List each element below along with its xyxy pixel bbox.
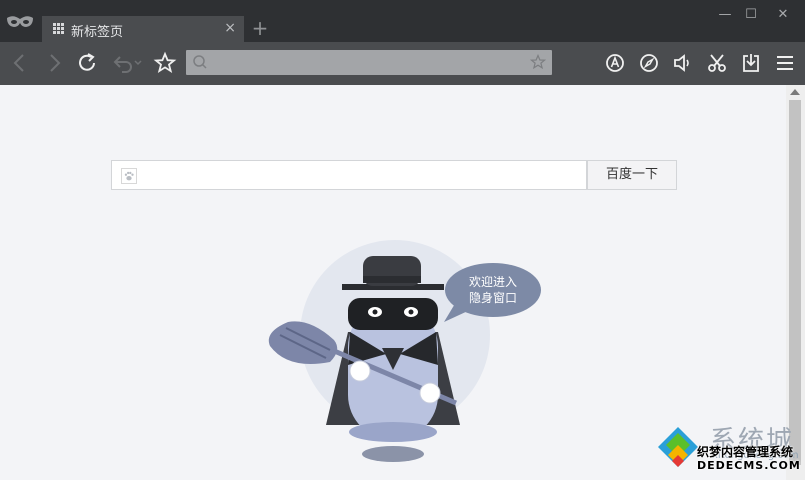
compass-icon[interactable]	[637, 51, 661, 75]
speaker-icon[interactable]	[671, 51, 695, 75]
tab-title: 新标签页	[71, 25, 124, 40]
forward-icon[interactable]	[42, 51, 66, 75]
close-window-button[interactable]: ✕	[770, 6, 796, 24]
baidu-search-button[interactable]: 百度一下	[587, 160, 677, 190]
undo-icon[interactable]	[110, 51, 144, 75]
apps-grid-icon	[53, 23, 65, 35]
title-bar: 新标签页 × + — ☐ ✕	[0, 0, 805, 42]
scroll-up-arrow-icon[interactable]	[790, 89, 800, 95]
incognito-welcome-bubble: 欢迎进入 隐身窗口	[448, 274, 538, 306]
adblock-icon[interactable]	[603, 51, 627, 75]
watermark-en-text: DEDECMS.COM	[697, 459, 801, 472]
bubble-line-2: 隐身窗口	[468, 291, 517, 305]
scrollbar-thumb[interactable]	[789, 100, 801, 465]
download-icon[interactable]	[739, 51, 763, 75]
search-icon	[193, 55, 207, 69]
baidu-paw-icon	[121, 168, 137, 184]
bubble-line-1: 欢迎进入	[468, 275, 517, 289]
minimize-button[interactable]: —	[712, 6, 738, 24]
favorite-star-icon[interactable]	[153, 51, 177, 75]
vertical-scrollbar[interactable]	[786, 85, 805, 480]
refresh-icon[interactable]	[76, 51, 100, 75]
search-input[interactable]	[111, 160, 587, 190]
maximize-button[interactable]: ☐	[738, 6, 764, 24]
back-icon[interactable]	[8, 51, 32, 75]
menu-icon[interactable]	[773, 51, 797, 75]
watermark-cn-text: 织梦内容管理系统	[697, 445, 794, 459]
bookmark-star-icon[interactable]	[530, 54, 546, 70]
incognito-mask-icon	[7, 16, 33, 27]
tab-new-tab[interactable]: 新标签页 ×	[42, 16, 244, 42]
tab-close-icon[interactable]: ×	[224, 20, 236, 36]
address-bar[interactable]	[186, 50, 552, 75]
scissors-icon[interactable]	[705, 51, 729, 75]
new-tab-button[interactable]: +	[247, 16, 273, 42]
